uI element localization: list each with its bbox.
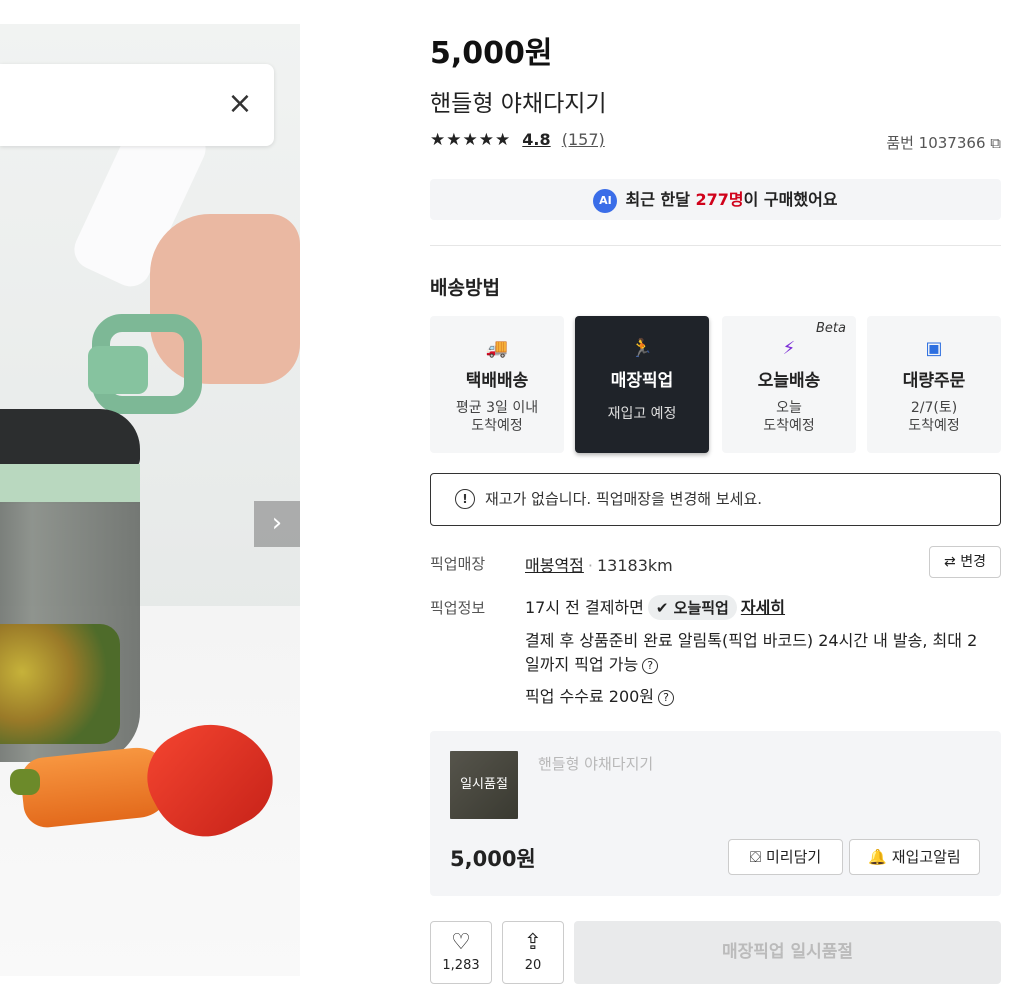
product-price: 5,000원: [430, 36, 553, 71]
share-button[interactable]: ⇪ 20: [502, 921, 564, 984]
copy-icon[interactable]: ⧉: [990, 134, 1001, 152]
preorder-label: 미리담기: [766, 848, 822, 866]
ai-badge-icon: AI: [593, 188, 618, 213]
product-title: 핸들형 야채다지기: [430, 91, 607, 117]
pickup-info-text: 일까지 픽업 가능: [525, 655, 639, 674]
pickup-store-value: 매봉역점 · 13183km: [525, 552, 673, 576]
delivery-option-parcel[interactable]: 🚚 택배배송 평균 3일 이내도착예정: [430, 316, 564, 453]
option-name: 택배배송: [465, 371, 529, 391]
option-desc: 평균 3일 이내: [455, 400, 539, 416]
chevron-right-icon[interactable]: ›: [254, 501, 300, 547]
separator: ·: [587, 556, 593, 575]
delivery-option-today[interactable]: Beta ⚡ 오늘배송 오늘도착예정: [722, 316, 856, 453]
detail-link[interactable]: 자세히: [741, 598, 785, 617]
pickup-info-text: 결제 후 상품준비 완료 알림톡(픽업 바코드) 24시간 내 발송, 최대 2: [525, 631, 978, 650]
beta-tag: Beta: [816, 321, 846, 336]
today-pickup-badge: ✔ 오늘픽업: [647, 595, 737, 620]
pickup-info-label: 픽업정보: [430, 599, 486, 617]
like-button[interactable]: ♡ 1,283: [430, 921, 492, 984]
pickup-info-text: 17시 전 결제하면: [525, 598, 644, 617]
delivery-options: 🚚 택배배송 평균 3일 이내도착예정 🏃 매장픽업 재입고 예정 Beta ⚡…: [430, 316, 1001, 453]
warning-text: 재고가 없습니다. 픽업매장을 변경해 보세요.: [485, 490, 763, 508]
delivery-option-store-pickup[interactable]: 🏃 매장픽업 재입고 예정: [575, 316, 709, 453]
option-desc: 도착예정: [908, 418, 960, 434]
rating-score[interactable]: 4.8: [522, 130, 550, 149]
ai-purchase-notice: AI 최근 한달 277명이 구매했어요: [430, 179, 1001, 220]
soldout-badge: 일시품절: [450, 751, 518, 819]
star-rating-icon: ★★★★★: [430, 130, 512, 150]
cart-price: 5,000원: [450, 847, 536, 871]
option-desc: 재입고 예정: [607, 406, 677, 422]
preorder-button[interactable]: ⛋ 미리담기: [728, 839, 843, 875]
heart-icon: ♡: [451, 930, 471, 955]
help-icon[interactable]: ?: [658, 689, 675, 706]
product-image-gallery: × ›: [0, 24, 300, 976]
product-sku[interactable]: 품번 1037366 ⧉: [886, 132, 1001, 153]
delivery-section-title: 배송방법: [430, 277, 500, 299]
pickup-fee-text: 픽업 수수료 200원: [525, 687, 655, 706]
store-name-link[interactable]: 매봉역점: [525, 556, 584, 575]
option-name: 매장픽업: [610, 371, 674, 391]
rating-row: ★★★★★ 4.8 (157) 품번 1037366 ⧉: [430, 130, 1001, 156]
box-icon: ▣: [925, 338, 943, 359]
review-count-link[interactable]: (157): [562, 130, 605, 149]
delivery-option-bulk[interactable]: ▣ 대량주문 2/7(토) 도착예정: [867, 316, 1001, 453]
pickup-fee: 픽업 수수료 200원?: [525, 683, 675, 707]
cart-summary-box: 일시품절 핸들형 야채다지기 5,000원 ⛋ 미리담기 🔔 재입고알림: [430, 731, 1001, 896]
like-count: 1,283: [442, 958, 480, 973]
today-delivery-icon: ⚡: [782, 338, 796, 359]
purchase-count: 277명: [695, 190, 744, 209]
pickup-info-line1: 17시 전 결제하면 ✔ 오늘픽업 자세히: [525, 594, 785, 620]
out-of-stock-warning: ! 재고가 없습니다. 픽업매장을 변경해 보세요.: [430, 473, 1001, 526]
ai-notice-prefix: 최근 한달: [625, 190, 696, 209]
truck-icon: 🚚: [485, 338, 509, 359]
pickup-store-label: 픽업매장: [430, 555, 486, 573]
bell-icon: 🔔: [868, 848, 887, 866]
restock-alert-button[interactable]: 🔔 재입고알림: [849, 839, 980, 875]
pickup-info-line2: 결제 후 상품준비 완료 알림톡(픽업 바코드) 24시간 내 발송, 최대 2…: [525, 629, 1001, 677]
option-name: 오늘배송: [757, 371, 821, 391]
share-icon: ⇪: [523, 930, 543, 955]
option-desc: 도착예정: [763, 418, 815, 434]
runner-icon: 🏃: [630, 338, 654, 359]
close-icon[interactable]: ×: [224, 80, 256, 128]
ai-notice-suffix: 이 구매했어요: [743, 190, 838, 209]
cart-product-name: 핸들형 야채다지기: [538, 755, 654, 773]
option-desc: 2/7(토): [910, 400, 958, 416]
bag-icon: ⛋: [749, 848, 762, 866]
store-distance: 13183km: [596, 556, 673, 575]
share-count: 20: [524, 958, 542, 973]
alert-icon: !: [455, 489, 475, 509]
sku-text: 품번 1037366: [886, 134, 986, 152]
today-pickup-text: 오늘픽업: [673, 599, 729, 617]
option-name: 대량주문: [902, 371, 966, 391]
product-page: × › 5,000원 핸들형 야채다지기 ★★★★★ 4.8 (157) 품번 …: [0, 0, 1024, 1003]
restock-label: 재입고알림: [891, 848, 961, 866]
store-pickup-soldout-button[interactable]: 매장픽업 일시품절: [574, 921, 1001, 984]
change-store-button[interactable]: ⇄ 변경: [929, 546, 1001, 578]
divider: [430, 245, 1001, 246]
option-desc: 오늘: [776, 400, 802, 416]
option-desc: 도착예정: [471, 418, 523, 434]
help-icon[interactable]: ?: [642, 657, 659, 674]
